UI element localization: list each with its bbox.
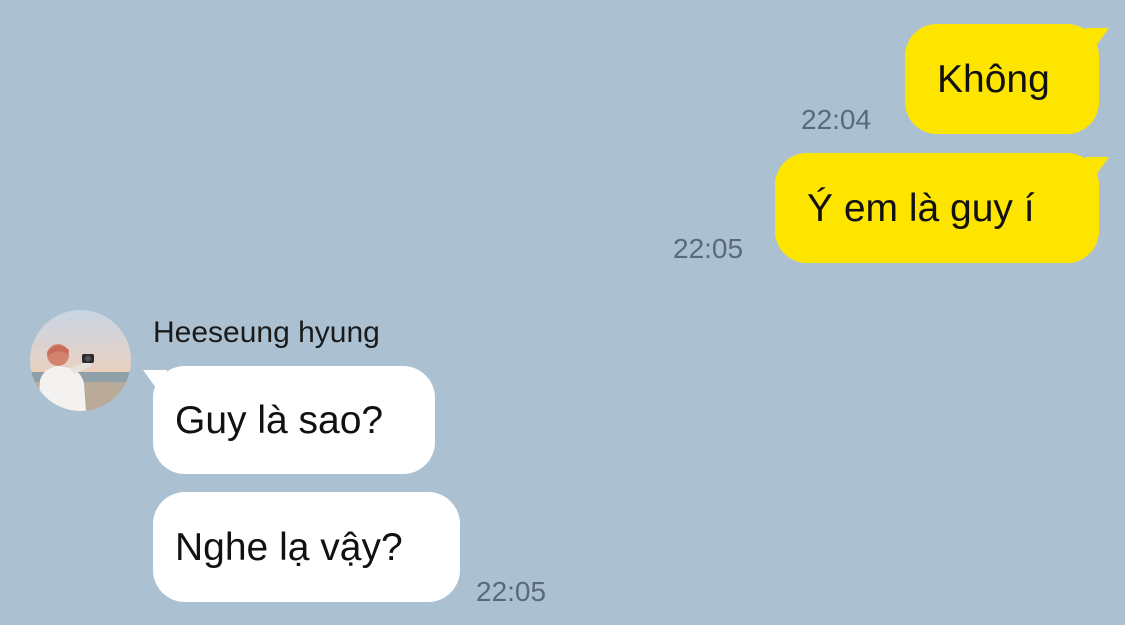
message-text: Guy là sao? [175,398,384,442]
message-text: Nghe lạ vậy? [175,525,403,569]
message-timestamp: 22:04 [801,104,872,135]
sender-avatar[interactable] [30,310,131,411]
message-timestamp: 22:05 [673,233,744,264]
message-timestamp: 22:05 [476,576,547,607]
bubble-tail-icon [143,370,167,392]
bubble-tail-icon [1085,157,1109,179]
chat-area[interactable]: Không 22:04 Ý em là guy í 22:05 Heeseung… [0,0,1125,625]
incoming-message-bubble[interactable]: Nghe lạ vậy? [153,492,460,602]
message-text: Không [937,57,1050,101]
outgoing-message-bubble[interactable]: Không [905,24,1109,134]
bubble-tail-icon [1085,28,1109,50]
profile-photo-icon [30,310,131,411]
message-text: Ý em là guy í [807,186,1035,230]
incoming-message-bubble[interactable]: Guy là sao? [143,366,435,474]
sender-name: Heeseung hyung [153,316,380,349]
outgoing-message-bubble[interactable]: Ý em là guy í [775,153,1109,263]
